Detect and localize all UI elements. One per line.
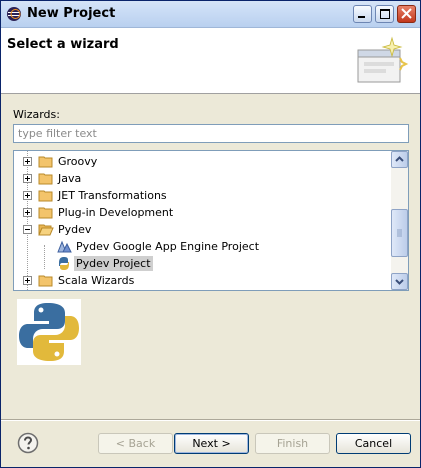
tree-item-java[interactable]: Java	[14, 170, 390, 187]
eclipse-icon	[7, 7, 21, 21]
tree-item-label: Java	[58, 172, 82, 185]
help-icon[interactable]	[17, 432, 39, 454]
folder-open-icon	[38, 224, 54, 236]
folder-icon	[38, 275, 53, 287]
wizard-banner: Select a wizard	[1, 28, 420, 94]
tree-item-scala-wizards[interactable]: Scala Wizards	[14, 272, 390, 289]
close-icon	[401, 8, 412, 19]
cancel-button[interactable]: Cancel	[336, 433, 411, 454]
chevron-up-icon	[395, 156, 404, 162]
close-button[interactable]	[397, 5, 416, 23]
back-button[interactable]: < Back	[98, 433, 173, 454]
scroll-up-button[interactable]	[391, 151, 408, 168]
tree-item-label: Pydev Project	[74, 256, 153, 271]
tree-item-groovy[interactable]: Groovy	[14, 153, 390, 170]
finish-button[interactable]: Finish	[255, 433, 330, 454]
tree-item-label: Scala Wizards	[58, 274, 135, 287]
wizards-label: Wizards:	[13, 108, 60, 121]
python-logo	[19, 303, 79, 361]
folder-icon	[38, 190, 53, 202]
tree-item-label: JET Transformations	[58, 189, 167, 202]
wizard-banner-icon	[357, 36, 409, 83]
folder-icon	[38, 207, 53, 219]
minimize-button[interactable]	[353, 5, 372, 23]
folder-icon	[38, 156, 53, 168]
tree-item-pydev-google-app-engine-project[interactable]: Pydev Google App Engine Project	[14, 238, 390, 255]
page-title: Select a wizard	[7, 37, 119, 52]
scroll-thumb[interactable]	[391, 209, 408, 257]
expand-icon[interactable]	[23, 208, 32, 217]
maximize-button[interactable]	[375, 5, 394, 23]
tree-item-label: Plug-in Development	[58, 206, 174, 219]
grip-icon	[397, 229, 402, 237]
wizard-tree[interactable]: Groovy Java JET Transformations Plug-in …	[13, 150, 409, 291]
minimize-icon	[358, 16, 365, 18]
button-bar-separator	[1, 419, 420, 421]
wizard-preview-image	[17, 299, 81, 365]
tree-item-plugin-development[interactable]: Plug-in Development	[14, 204, 390, 221]
tree-item-jet-transformations[interactable]: JET Transformations	[14, 187, 390, 204]
scroll-down-button[interactable]	[391, 273, 408, 290]
tree-item-label: Pydev Google App Engine Project	[76, 240, 260, 253]
python-icon	[59, 257, 69, 270]
expand-icon[interactable]	[23, 157, 32, 166]
chevron-down-icon	[395, 279, 404, 285]
folder-icon	[38, 173, 53, 185]
collapse-icon[interactable]	[23, 225, 32, 234]
tree-item-label: Groovy	[58, 155, 98, 168]
expand-icon[interactable]	[23, 174, 32, 183]
tree-scrollbar[interactable]	[391, 151, 408, 290]
new-project-dialog: New Project Select a wizard Wizards: typ…	[0, 0, 421, 468]
tree-item-label: Pydev	[58, 223, 92, 236]
tree-item-pydev-project[interactable]: Pydev Project	[14, 255, 390, 272]
filter-input[interactable]	[13, 124, 409, 143]
google-app-engine-icon	[57, 240, 72, 253]
maximize-icon	[380, 9, 390, 19]
title-bar: New Project	[1, 1, 420, 28]
next-button[interactable]: Next >	[174, 433, 249, 454]
expand-icon[interactable]	[23, 191, 32, 200]
window-title: New Project	[27, 6, 116, 21]
tree-item-pydev[interactable]: Pydev	[14, 221, 390, 238]
expand-icon[interactable]	[23, 276, 32, 285]
